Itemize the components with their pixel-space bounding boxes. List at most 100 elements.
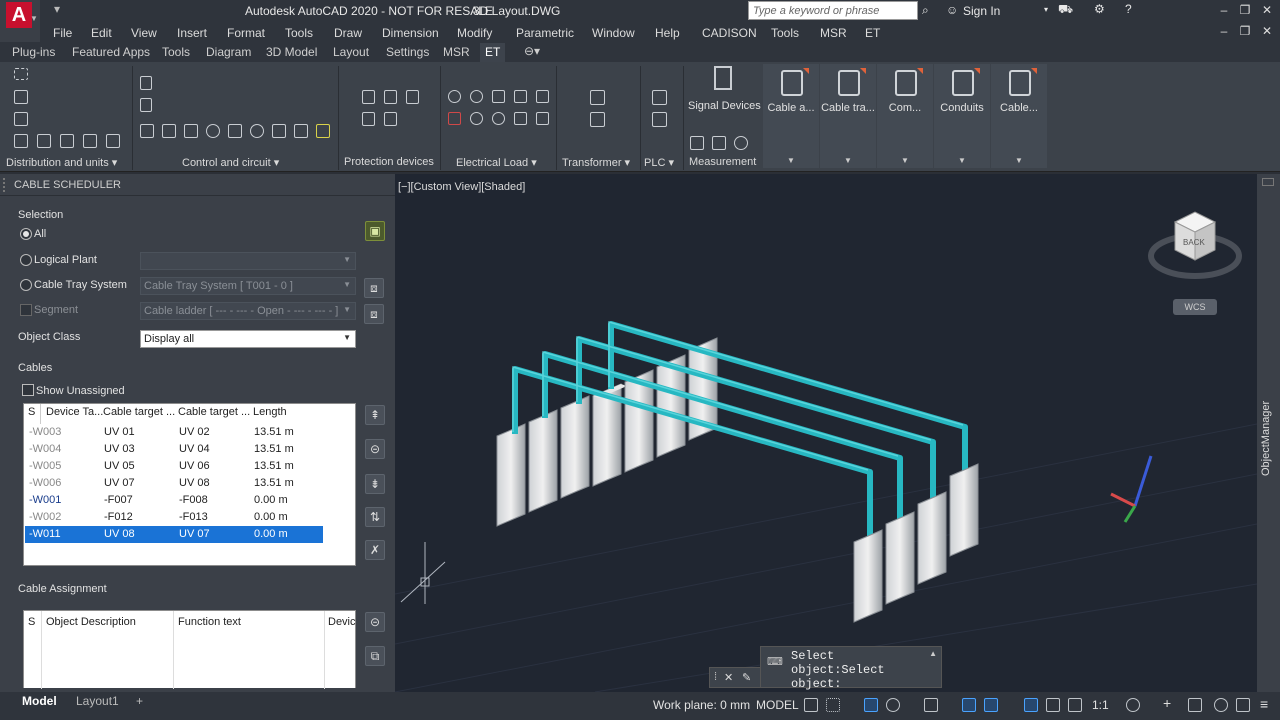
doc-restore-button[interactable]: ❐ (1236, 24, 1254, 40)
tab-plug-ins[interactable]: Plug-ins (10, 45, 57, 59)
connector-icon[interactable] (106, 134, 120, 148)
transformer-icon[interactable] (590, 90, 605, 105)
tab-layout1[interactable]: Layout1 (72, 692, 123, 712)
restore-button[interactable]: ❐ (1236, 3, 1254, 19)
load-g-icon[interactable] (470, 90, 483, 103)
delete-cable-icon[interactable]: ✗ (365, 540, 385, 560)
isolator-icon[interactable] (384, 90, 397, 104)
drawing-viewport[interactable]: [−][Custom View][Shaded] BACK WCS (395, 174, 1257, 692)
signal-devices-button[interactable]: Signal Devices (688, 100, 761, 112)
column-header-status[interactable]: S (28, 616, 35, 632)
panel-plc[interactable]: PLC ▾ (644, 156, 674, 169)
conduits-button[interactable]: Conduits ▼ (934, 64, 990, 168)
panel-protection-devices[interactable]: Protection devices (344, 156, 434, 168)
command-line[interactable]: ⌨ Select object:Select object: ▲ (760, 646, 942, 691)
cable-button[interactable]: Cable... ▼ (991, 64, 1047, 168)
meter-v-icon[interactable] (690, 136, 704, 150)
busbar-icon[interactable] (14, 112, 28, 126)
component-button[interactable]: Com... ▼ (877, 64, 933, 168)
menu-insert[interactable]: Insert (177, 26, 207, 40)
chevron-up-icon[interactable]: ▲ (929, 649, 937, 658)
overload-icon[interactable] (406, 90, 419, 104)
doc-minimize-button[interactable]: – (1215, 24, 1233, 40)
pick-segment-icon[interactable]: ⧈ (364, 304, 384, 324)
quick-access-dropdown-icon[interactable]: ▾ (54, 2, 60, 16)
load-m-icon[interactable] (448, 90, 461, 103)
tab-et[interactable]: ET (480, 43, 506, 62)
ribbon-options-icon[interactable]: ⊖▾ (522, 44, 542, 58)
menu-file[interactable]: File (53, 26, 72, 40)
column-header-cable-target-b[interactable]: Cable target ... (178, 406, 250, 422)
menu-tools[interactable]: Tools (285, 26, 313, 40)
add-cable-icon[interactable]: ⇞ (365, 405, 385, 425)
help-icon[interactable]: ? (1125, 2, 1132, 16)
minimize-button[interactable]: – (1215, 3, 1233, 19)
cable-assignment-table[interactable]: S Object Description Function text Devic… (23, 610, 356, 689)
table-row[interactable]: -W006 UV 07 UV 08 13.51 m (25, 475, 323, 492)
gauge-icon[interactable] (734, 136, 748, 150)
user-icon[interactable]: ☺ (946, 3, 958, 17)
menu-draw[interactable]: Draw (334, 26, 362, 40)
menu-dimension[interactable]: Dimension (382, 26, 439, 40)
socket-icon[interactable] (492, 112, 505, 125)
load-y-icon[interactable] (536, 112, 549, 125)
tab-tools[interactable]: Tools (160, 45, 192, 59)
menu-edit[interactable]: Edit (91, 26, 112, 40)
pushbutton-icon[interactable] (162, 124, 176, 138)
panel-control-circuit[interactable]: Control and circuit ▾ (182, 156, 279, 169)
radio-cable-tray-system[interactable] (20, 279, 32, 291)
load-x-icon[interactable] (514, 112, 527, 125)
cable-tray-dropdown[interactable]: Cable Tray System [ T001 - 0 ] ▼ (140, 277, 356, 295)
sign-in-dropdown-icon[interactable]: ▾ (1044, 5, 1048, 14)
unit-icon[interactable] (14, 134, 28, 148)
tab-diagram[interactable]: Diagram (204, 45, 253, 59)
model-space-button[interactable]: MODEL (756, 698, 799, 712)
grid-icon[interactable] (804, 698, 818, 712)
timer-icon[interactable] (272, 124, 286, 138)
dock-button[interactable] (1262, 178, 1274, 186)
settings-gear-icon[interactable] (1126, 698, 1140, 712)
3d-osnap-icon[interactable] (984, 698, 998, 712)
grip-icon[interactable]: ⁞ (714, 671, 717, 683)
application-menu-button[interactable]: A ▼ (0, 0, 40, 44)
menu-msr[interactable]: MSR (820, 26, 847, 40)
tab-3d-model[interactable]: 3D Model (264, 45, 319, 59)
radio-logical-plant[interactable] (20, 254, 32, 266)
object-class-dropdown[interactable]: Display all ▼ (140, 330, 356, 348)
rcd-icon[interactable] (362, 112, 375, 126)
wrench-icon[interactable]: ✎ (742, 671, 751, 684)
object-manager-tab[interactable]: ObjectManager (1260, 396, 1276, 476)
relay-icon[interactable] (184, 124, 198, 138)
autoscale-icon[interactable] (1068, 698, 1082, 712)
logical-plant-dropdown[interactable]: ▼ (140, 252, 356, 270)
column-header-object-description[interactable]: Object Description (46, 616, 136, 632)
menu-format[interactable]: Format (227, 26, 265, 40)
reroute-cable-icon[interactable]: ⇅ (365, 507, 385, 527)
panel-measurement[interactable]: Measurement (689, 156, 756, 168)
contact-nc-icon[interactable] (140, 98, 152, 112)
light-icon[interactable] (470, 112, 483, 125)
coil-icon[interactable] (228, 124, 242, 138)
grip-icon[interactable] (3, 178, 9, 192)
tab-model[interactable]: Model (18, 692, 61, 712)
table-row[interactable]: -W002 -F012 -F013 0.00 m (25, 509, 323, 526)
column-header-function-text[interactable]: Function text (178, 616, 241, 632)
load-b-icon[interactable] (514, 90, 527, 103)
plus-icon[interactable]: + (1162, 695, 1176, 712)
load-c-icon[interactable] (536, 90, 549, 103)
zoom-cable-icon[interactable]: ⊝ (365, 439, 385, 459)
cart-icon[interactable]: ⛟ (1058, 2, 1073, 18)
panel-electrical-load[interactable]: Electrical Load ▾ (456, 156, 537, 169)
plc-io-icon[interactable] (652, 112, 667, 127)
column-header-cable-target-a[interactable]: Cable target ... (103, 406, 175, 422)
menu-view[interactable]: View (131, 26, 157, 40)
tab-settings[interactable]: Settings (384, 45, 431, 59)
isolate-icon[interactable] (1188, 698, 1202, 712)
surge-icon[interactable] (384, 112, 397, 126)
menu-modify[interactable]: Modify (457, 26, 492, 40)
fuse-icon[interactable] (316, 124, 330, 138)
switch-icon[interactable] (140, 124, 154, 138)
wcs-menu[interactable]: WCS (1173, 299, 1217, 315)
terminal-icon[interactable] (83, 134, 97, 148)
polar-icon[interactable] (886, 698, 900, 712)
